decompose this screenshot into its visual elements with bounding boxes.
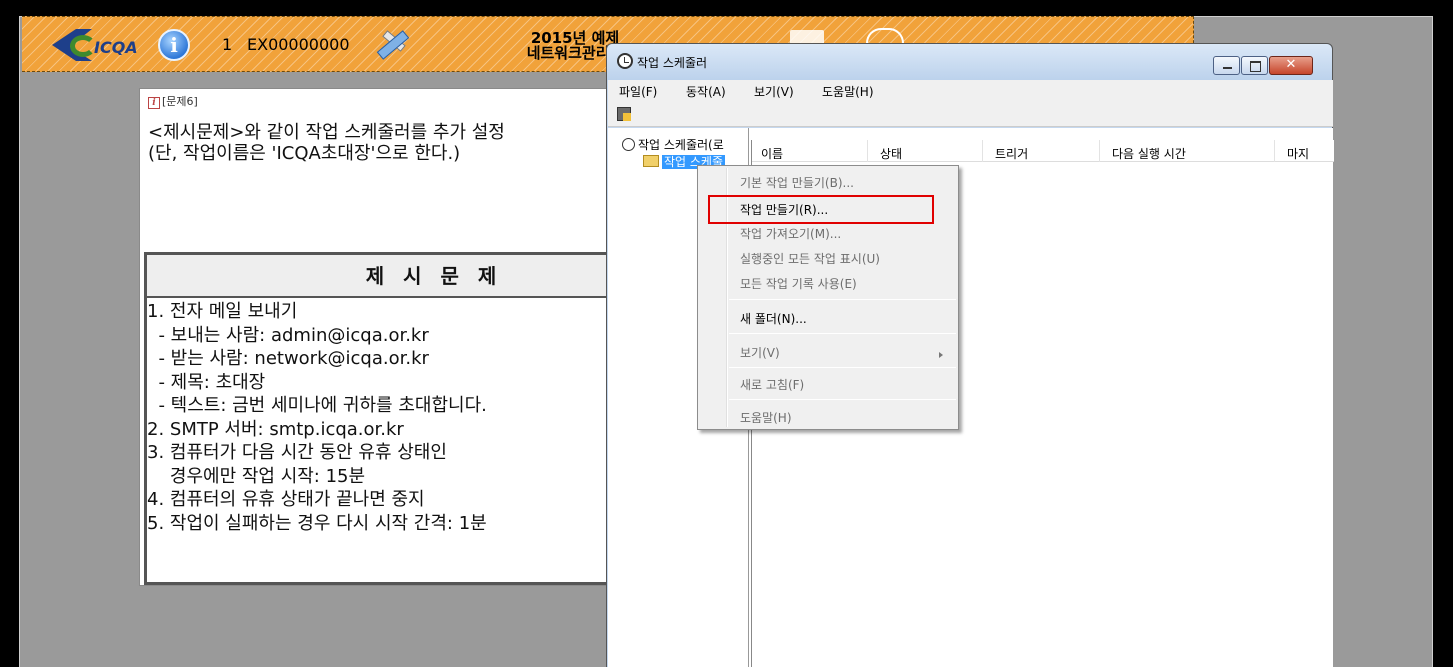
exam-number: 1: [222, 35, 233, 54]
requirement-line: 3. 컴퓨터가 다음 시간 동안 유휴 상태인: [147, 442, 447, 463]
menu-item-refresh[interactable]: 새로 고침(F): [740, 376, 804, 393]
icqa-logo: ICQA: [52, 29, 158, 61]
question-text: <제시문제>와 같이 작업 스케줄러를 추가 설정 (단, 작업이름은 'ICQ…: [148, 122, 505, 164]
menu-separator: [729, 333, 956, 334]
requirement-line: - 제목: 초대장: [147, 371, 266, 393]
tree-root-label: 작업 스케줄러(로: [638, 138, 724, 152]
menu-bar: 파일(F) 동작(A) 보기(V) 도움말(H): [608, 80, 1333, 101]
column-trigger[interactable]: 트리거: [995, 145, 1028, 162]
toolbar: [608, 101, 1333, 127]
submenu-arrow-icon: [939, 352, 943, 358]
partially-hidden-icon: [790, 30, 824, 43]
requirement-line: 1. 전자 메일 보내기: [147, 301, 298, 322]
requirement-line: 경우에만 작업 시작: 15분: [147, 465, 366, 487]
menu-action[interactable]: 동작(A): [686, 83, 726, 100]
requirements-box: 제 시 문 제 1. 전자 메일 보내기 - 보내는 사람: admin@icq…: [144, 252, 634, 585]
clock-icon: [622, 138, 635, 151]
menu-separator: [729, 399, 956, 400]
menu-item-enable-history[interactable]: 모든 작업 기록 사용(E): [740, 275, 857, 292]
requirement-line: - 보내는 사람: admin@icqa.or.kr: [147, 324, 429, 346]
column-name[interactable]: 이름: [761, 145, 783, 162]
menu-item-new-folder[interactable]: 새 폴더(N)...: [740, 310, 807, 327]
menu-separator: [729, 299, 956, 300]
close-button[interactable]: ✕: [1269, 56, 1313, 75]
menu-item-view[interactable]: 보기(V): [740, 344, 780, 361]
list-header: 이름 상태 트리거 다음 실행 시간 마지: [752, 140, 1334, 162]
info-icon[interactable]: i: [158, 29, 190, 61]
folder-icon: [643, 155, 659, 167]
console-tree-icon[interactable]: [617, 107, 631, 121]
question-icon: i: [148, 97, 160, 109]
requirements-title: 제 시 문 제: [147, 255, 631, 298]
maximize-button[interactable]: [1241, 56, 1268, 75]
menu-item-import-task[interactable]: 작업 가져오기(M)...: [740, 225, 841, 242]
question-tag-label: [문제6]: [162, 95, 198, 108]
menu-separator: [729, 367, 956, 368]
requirements-list: 1. 전자 메일 보내기 - 보내는 사람: admin@icqa.or.kr …: [147, 298, 631, 535]
requirement-line: 2. SMTP 서버: smtp.icqa.or.kr: [147, 418, 404, 440]
requirement-line: - 텍스트: 금번 세미나에 귀하를 초대합니다.: [147, 395, 487, 416]
column-status[interactable]: 상태: [880, 145, 902, 162]
requirement-line: 4. 컴퓨터의 유휴 상태가 끝나면 중지: [147, 489, 425, 510]
exam-code: EX00000000: [247, 35, 350, 54]
menu-item-show-running-tasks[interactable]: 실행중인 모든 작업 표시(U): [740, 250, 880, 267]
partially-hidden-icon: [866, 28, 904, 43]
column-next-run[interactable]: 다음 실행 시간: [1112, 145, 1186, 162]
tools-icon[interactable]: [372, 27, 410, 61]
question-tag: i [문제6]: [148, 93, 198, 109]
window-title: 작업 스케줄러: [637, 56, 708, 70]
menu-help[interactable]: 도움말(H): [822, 83, 874, 100]
logo-text: ICQA: [94, 38, 138, 57]
requirement-line: 5. 작업이 실패하는 경우 다시 시작 간격: 1분: [147, 512, 487, 534]
menu-file[interactable]: 파일(F): [619, 83, 657, 100]
menu-view[interactable]: 보기(V): [754, 83, 794, 100]
minimize-button[interactable]: [1213, 56, 1240, 75]
tree-item-root[interactable]: 작업 스케줄러(로: [622, 136, 749, 153]
question-panel: i [문제6] <제시문제>와 같이 작업 스케줄러를 추가 설정 (단, 작업이…: [139, 88, 634, 586]
requirement-line: - 받는 사람: network@icqa.or.kr: [147, 348, 429, 369]
title-bar[interactable]: 작업 스케줄러 ✕: [607, 44, 1332, 80]
clock-icon: [617, 53, 633, 69]
menu-item-create-basic-task[interactable]: 기본 작업 만들기(B)...: [740, 174, 854, 191]
menu-item-help[interactable]: 도움말(H): [740, 409, 792, 426]
highlight-box: [708, 195, 934, 224]
column-last-run[interactable]: 마지: [1287, 145, 1309, 162]
